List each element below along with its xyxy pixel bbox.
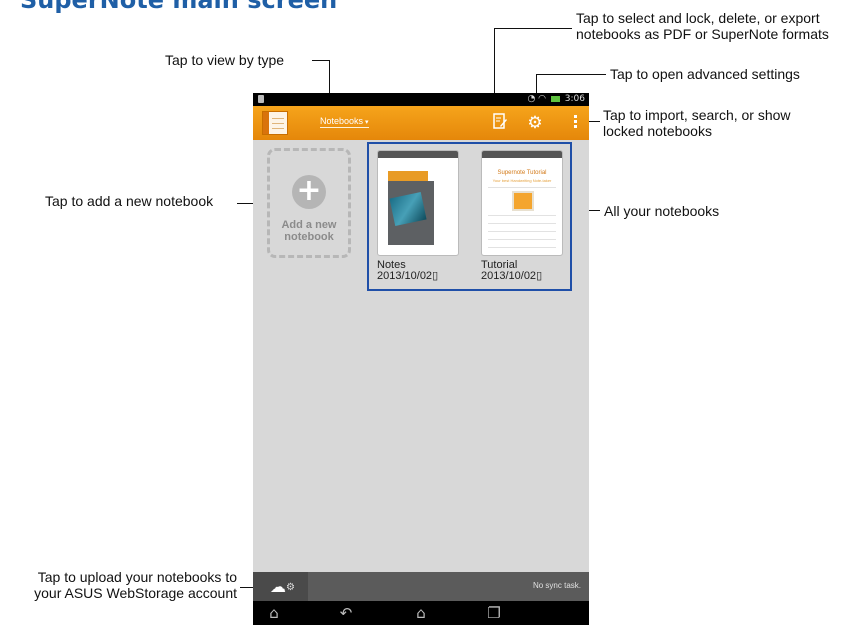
leader-line bbox=[494, 28, 572, 29]
add-notebook-label-line1: Add a new bbox=[281, 219, 337, 231]
add-notebook-label: Add a new notebook bbox=[270, 219, 348, 243]
status-time: 3:06 bbox=[564, 94, 585, 104]
back-icon[interactable]: ↶ bbox=[331, 603, 361, 623]
webstorage-upload-button[interactable]: ☁ ⚙ bbox=[253, 572, 308, 601]
callout-add-notebook: Tap to add a new notebook bbox=[45, 193, 214, 209]
action-bar: Notebooks ▾ ⚙ bbox=[253, 106, 589, 140]
callout-import-line1: Tap to import, search, or show bbox=[603, 107, 791, 123]
status-bar: ◔ ◠ 3:06 bbox=[253, 93, 589, 106]
home-icon[interactable]: ⌂ bbox=[406, 603, 436, 623]
gear-icon: ⚙ bbox=[286, 582, 295, 593]
callout-upload-line1: Tap to upload your notebooks to bbox=[37, 569, 237, 585]
status-icons: ◔ ◠ 3:06 bbox=[527, 93, 585, 106]
gear-icon[interactable]: ⚙ bbox=[526, 113, 544, 133]
page-title: SuperNote main screen bbox=[20, 0, 338, 14]
cloud-icon: ☁ bbox=[270, 577, 286, 596]
callout-all-notebooks: All your notebooks bbox=[604, 203, 720, 219]
chevron-down-icon: ▾ bbox=[365, 119, 369, 126]
notebooks-highlight-frame bbox=[367, 142, 572, 291]
overflow-menu-icon[interactable] bbox=[571, 113, 579, 130]
wifi-icon: ◔ ◠ bbox=[527, 94, 547, 104]
add-notebook-button[interactable]: + Add a new notebook bbox=[267, 148, 351, 258]
callout-import-line2: locked notebooks bbox=[603, 123, 712, 139]
sync-status: No sync task. bbox=[532, 581, 581, 590]
view-type-dropdown[interactable]: Notebooks ▾ bbox=[320, 116, 369, 128]
plus-icon: + bbox=[292, 175, 326, 209]
edit-icon[interactable] bbox=[491, 113, 509, 135]
recent-apps-icon[interactable]: ❐ bbox=[479, 603, 509, 623]
callout-select-lock: Tap to select and lock, delete, or expor… bbox=[576, 10, 829, 42]
leader-line bbox=[312, 60, 330, 61]
callout-upload-line2: your ASUS WebStorage account bbox=[34, 585, 237, 601]
app-notebook-icon bbox=[262, 111, 288, 135]
callout-upload: Tap to upload your notebooks to your ASU… bbox=[6, 569, 237, 601]
callout-select-lock-line1: Tap to select and lock, delete, or expor… bbox=[576, 10, 820, 26]
leader-line bbox=[536, 74, 606, 75]
view-type-label: Notebooks bbox=[320, 116, 364, 126]
callout-select-lock-line2: notebooks as PDF or SuperNote formats bbox=[576, 26, 829, 42]
hide-keyboard-icon[interactable]: ⌂ bbox=[259, 603, 289, 623]
callout-view-by-type: Tap to view by type bbox=[165, 52, 285, 68]
add-notebook-label-line2: notebook bbox=[284, 231, 334, 243]
callout-import-search: Tap to import, search, or show locked no… bbox=[603, 107, 791, 139]
sync-bar: ☁ ⚙ No sync task. bbox=[253, 572, 589, 601]
navigation-bar: ⌂ ↶ ⌂ ❐ bbox=[253, 601, 589, 625]
callout-advanced-settings: Tap to open advanced settings bbox=[610, 66, 800, 82]
notification-icon bbox=[258, 95, 264, 103]
battery-icon bbox=[550, 95, 560, 102]
